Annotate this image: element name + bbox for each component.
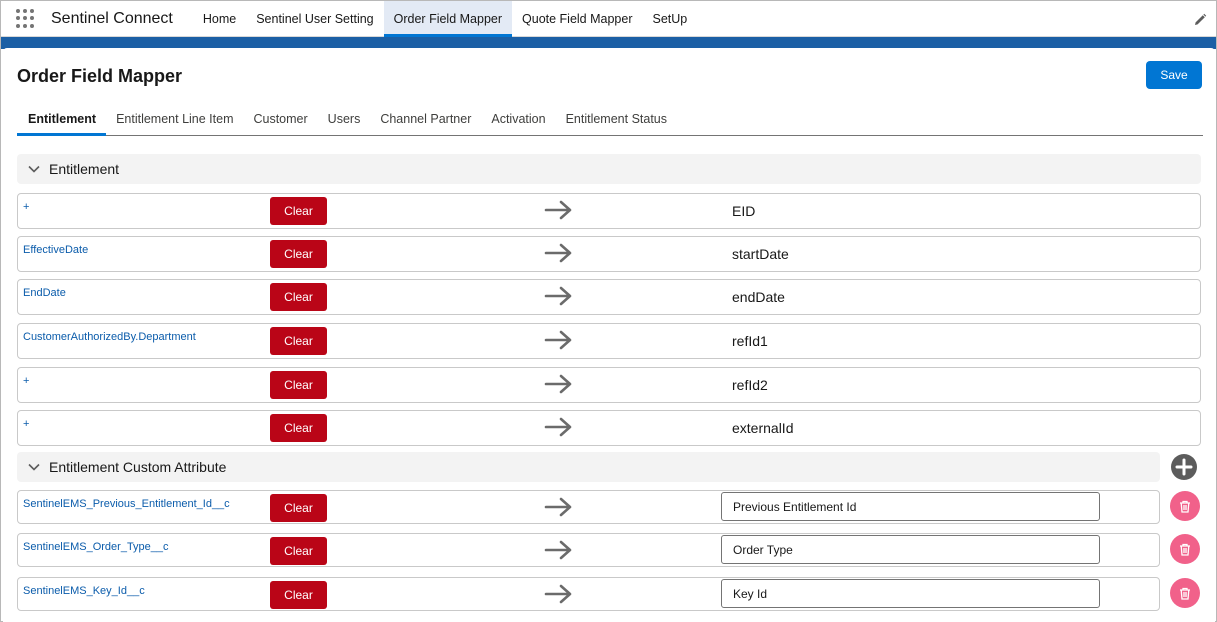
nav-tab-quote-field-mapper[interactable]: Quote Field Mapper — [512, 1, 642, 37]
trash-icon — [1180, 587, 1190, 600]
source-field-link[interactable]: CustomerAuthorizedBy.Department — [23, 331, 196, 343]
source-field-link[interactable]: SentinelEMS_Key_Id__c — [23, 585, 145, 597]
target-field-label: refId1 — [732, 333, 768, 349]
subtab-entitlement[interactable]: Entitlement — [17, 104, 107, 136]
subtab-activation[interactable]: Activation — [481, 104, 555, 136]
mapping-row: + Clear refId2 — [17, 367, 1201, 403]
custom-mapping-row: SentinelEMS_Order_Type__c Clear — [17, 533, 1160, 567]
mapping-row: CustomerAuthorizedBy.Department Clear re… — [17, 323, 1201, 359]
target-field-input[interactable] — [721, 492, 1100, 521]
source-field-link[interactable]: + — [23, 418, 29, 430]
clear-button[interactable]: Clear — [270, 537, 327, 565]
delete-button[interactable] — [1170, 578, 1200, 608]
app-launcher-icon[interactable] — [16, 8, 36, 29]
clear-button[interactable]: Clear — [270, 494, 327, 522]
nav-tab-setup[interactable]: SetUp — [643, 1, 698, 37]
subtab-bar: Entitlement Entitlement Line Item Custom… — [17, 104, 1203, 136]
subtab-users[interactable]: Users — [318, 104, 371, 136]
page-title: Order Field Mapper — [17, 66, 183, 86]
delete-button[interactable] — [1170, 491, 1200, 521]
delete-button[interactable] — [1170, 534, 1200, 564]
nav-tab-order-field-mapper[interactable]: Order Field Mapper — [383, 0, 513, 37]
global-navigation: Sentinel Connect Home Sentinel User Sett… — [1, 0, 1216, 37]
clear-button[interactable]: Clear — [270, 283, 327, 311]
custom-mapping-row: SentinelEMS_Previous_Entitlement_Id__c C… — [17, 490, 1160, 524]
mapping-row: + Clear externalId — [17, 410, 1201, 446]
section-entitlement-header[interactable]: Entitlement — [17, 154, 1201, 184]
source-field-link[interactable]: + — [23, 201, 29, 213]
subtab-channel-partner[interactable]: Channel Partner — [370, 104, 481, 136]
mapping-row: EffectiveDate Clear startDate — [17, 236, 1201, 272]
clear-button[interactable]: Clear — [270, 327, 327, 355]
section-custom-attribute-header[interactable]: Entitlement Custom Attribute — [17, 452, 1160, 482]
chevron-down-icon — [28, 165, 40, 173]
arrow-right-icon — [544, 286, 572, 306]
custom-mapping-row: SentinelEMS_Key_Id__c Clear — [17, 577, 1160, 611]
clear-button[interactable]: Clear — [270, 371, 327, 399]
subtab-customer[interactable]: Customer — [243, 104, 317, 136]
app-name: Sentinel Connect — [51, 9, 173, 27]
subtab-entitlement-line-item[interactable]: Entitlement Line Item — [106, 104, 243, 136]
trash-icon — [1180, 543, 1190, 556]
arrow-right-icon — [544, 200, 572, 220]
save-button[interactable]: Save — [1146, 61, 1202, 89]
pencil-icon[interactable] — [1193, 13, 1207, 27]
target-field-label: refId2 — [732, 377, 768, 393]
trash-icon — [1180, 500, 1190, 513]
target-field-input[interactable] — [721, 579, 1100, 608]
clear-button[interactable]: Clear — [270, 581, 327, 609]
chevron-down-icon — [28, 463, 40, 471]
subtab-entitlement-status[interactable]: Entitlement Status — [556, 104, 677, 136]
target-field-label: endDate — [732, 289, 785, 305]
mapping-row: + Clear EID — [17, 193, 1201, 229]
source-field-link[interactable]: SentinelEMS_Order_Type__c — [23, 541, 169, 553]
arrow-right-icon — [544, 497, 572, 517]
section-title: Entitlement Custom Attribute — [49, 459, 227, 475]
target-field-label: startDate — [732, 246, 789, 262]
section-title: Entitlement — [49, 161, 120, 177]
nav-tab-sentinel-user-setting[interactable]: Sentinel User Setting — [246, 1, 383, 37]
arrow-right-icon — [544, 374, 572, 394]
arrow-right-icon — [544, 540, 572, 560]
plus-circle-icon[interactable] — [1170, 453, 1198, 481]
clear-button[interactable]: Clear — [270, 240, 327, 268]
clear-button[interactable]: Clear — [270, 414, 327, 442]
arrow-right-icon — [544, 243, 572, 263]
source-field-link[interactable]: SentinelEMS_Previous_Entitlement_Id__c — [23, 498, 230, 510]
target-field-input[interactable] — [721, 535, 1100, 564]
arrow-right-icon — [544, 584, 572, 604]
target-field-label: externalId — [732, 420, 794, 436]
mapper-card: Order Field Mapper Save Entitlement Enti… — [3, 48, 1215, 622]
source-field-link[interactable]: EffectiveDate — [23, 244, 88, 256]
arrow-right-icon — [544, 330, 572, 350]
arrow-right-icon — [544, 417, 572, 437]
mapping-row: EndDate Clear endDate — [17, 279, 1201, 315]
target-field-label: EID — [732, 203, 756, 219]
clear-button[interactable]: Clear — [270, 197, 327, 225]
nav-tab-home[interactable]: Home — [193, 1, 246, 37]
source-field-link[interactable]: EndDate — [23, 287, 66, 299]
source-field-link[interactable]: + — [23, 375, 29, 387]
